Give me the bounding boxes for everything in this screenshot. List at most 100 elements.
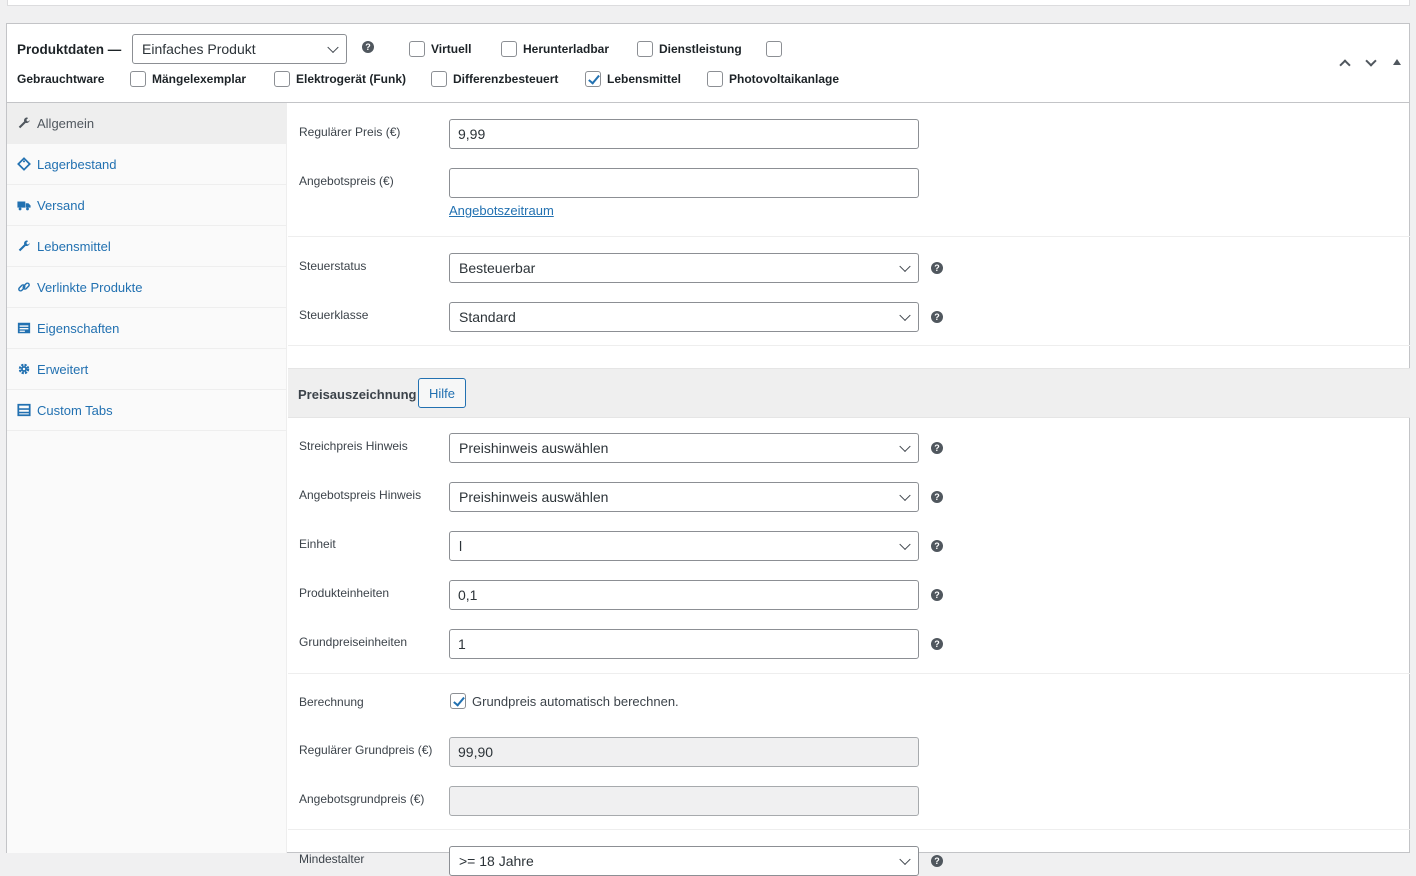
tab-label: Lagerbestand — [37, 156, 117, 172]
chevron-down-icon — [899, 440, 911, 453]
virtuell-checkbox[interactable] — [409, 41, 425, 57]
tax-group: Steuerstatus Besteuerbar ? Steuerklasse … — [288, 237, 1410, 346]
sale-price-notice-value: Preishinweis auswählen — [459, 489, 609, 505]
tab-versand[interactable]: Versand — [7, 185, 286, 226]
help-button[interactable]: Hilfe — [418, 378, 466, 408]
tax-status-label: Steuerstatus — [299, 259, 367, 273]
tag-icon — [17, 157, 31, 171]
tab-eigenschaften[interactable]: Eigenschaften — [7, 308, 286, 349]
help-icon[interactable]: ? — [931, 311, 943, 323]
elektrogeraet-label: Elektrogerät (Funk) — [296, 72, 407, 86]
chevron-down-icon — [899, 260, 911, 273]
product-type-select[interactable]: Einfaches Produkt — [132, 34, 347, 64]
panel-title: Produktdaten — — [17, 42, 122, 57]
unit-label: Einheit — [299, 537, 336, 551]
regular-base-price-input: 99,90 — [449, 737, 919, 767]
herunterladbar-label: Herunterladbar — [523, 42, 610, 56]
product-units-label: Produkteinheiten — [299, 586, 390, 600]
tax-class-value: Standard — [459, 309, 516, 325]
sale-price-input[interactable] — [449, 168, 919, 198]
herunterladbar-checkbox[interactable] — [501, 41, 517, 57]
min-age-label: Mindestalter — [299, 852, 365, 866]
section-title: Preisauszeichnung — [298, 387, 417, 402]
sale-price-label: Angebotspreis (€) — [299, 174, 394, 188]
tab-erweitert[interactable]: Erweitert — [7, 349, 286, 390]
base-units-label: Grundpreiseinheiten — [299, 635, 408, 649]
photovoltaikanlage-checkbox[interactable] — [707, 71, 723, 87]
tab-label: Erweitert — [37, 361, 89, 377]
gebrauchtware-checkbox[interactable] — [766, 41, 782, 57]
lebensmittel-checkbox[interactable] — [585, 71, 601, 87]
gebrauchtware-label: Gebrauchtware — [17, 72, 105, 86]
chevron-down-icon — [899, 538, 911, 551]
tab-lagerbestand[interactable]: Lagerbestand — [7, 144, 286, 185]
help-icon[interactable]: ? — [362, 41, 374, 53]
product-data-panel: Produktdaten — Einfaches Produkt ? Virtu… — [6, 23, 1410, 876]
unit-select[interactable]: l — [449, 531, 919, 561]
tab-allgemein[interactable]: Allgemein — [7, 103, 286, 144]
product-type-value: Einfaches Produkt — [142, 41, 256, 57]
help-icon[interactable]: ? — [931, 589, 943, 601]
help-icon[interactable]: ? — [931, 638, 943, 650]
wrench-icon — [18, 117, 30, 129]
chevron-down-icon — [327, 41, 339, 54]
sale-price-notice-label: Angebotspreis Hinweis — [299, 488, 422, 502]
gear-icon — [18, 363, 30, 375]
auto-calculate-checkbox[interactable] — [450, 693, 466, 709]
min-age-value: >= 18 Jahre — [459, 853, 534, 869]
help-icon[interactable]: ? — [931, 442, 943, 454]
min-age-select[interactable]: >= 18 Jahre — [449, 846, 919, 876]
lebensmittel-label: Lebensmittel — [607, 72, 682, 86]
tab-label: Lebensmittel — [37, 238, 111, 254]
auto-calculate-label: Grundpreis automatisch berechnen. — [472, 694, 679, 709]
elektrogeraet-checkbox[interactable] — [274, 71, 290, 87]
move-down-icon[interactable] — [1365, 55, 1377, 67]
truck-icon — [17, 201, 31, 211]
dienstleistung-label: Dienstleistung — [659, 42, 742, 56]
strike-price-notice-value: Preishinweis auswählen — [459, 440, 609, 456]
pricing-group: Regulärer Preis (€) 9,99 Angebotspreis (… — [288, 103, 1410, 237]
tab-label: Verlinkte Produkte — [37, 279, 143, 295]
regular-price-value: 9,99 — [458, 126, 486, 142]
panel-header: Produktdaten — Einfaches Produkt ? Virtu… — [7, 24, 1409, 103]
maengelexemplar-checkbox[interactable] — [130, 71, 146, 87]
strike-price-notice-select[interactable]: Preishinweis auswählen — [449, 433, 919, 463]
photovoltaikanlage-label: Photovoltaikanlage — [729, 72, 840, 86]
product-units-input[interactable]: 0,1 — [449, 580, 919, 610]
move-up-icon[interactable] — [1339, 59, 1351, 71]
virtuell-label: Virtuell — [431, 42, 472, 56]
help-icon[interactable]: ? — [931, 540, 943, 552]
calculation-group: Berechnung Grundpreis automatisch berech… — [288, 674, 1410, 830]
tax-status-select[interactable]: Besteuerbar — [449, 253, 919, 283]
collapse-toggle-icon[interactable] — [1393, 59, 1401, 65]
dienstleistung-checkbox[interactable] — [637, 41, 653, 57]
calculation-label: Berechnung — [299, 695, 364, 709]
tax-class-label: Steuerklasse — [299, 308, 369, 322]
tabs-icon — [17, 403, 31, 417]
unit-value: l — [459, 538, 463, 554]
tab-label: Custom Tabs — [37, 402, 113, 418]
base-units-value: 1 — [458, 636, 466, 652]
tab-label: Allgemein — [37, 115, 95, 131]
tax-class-select[interactable]: Standard — [449, 302, 919, 332]
regular-price-label: Regulärer Preis (€) — [299, 125, 401, 139]
help-icon[interactable]: ? — [931, 855, 943, 867]
tab-lebensmittel[interactable]: Lebensmittel — [7, 226, 286, 267]
chevron-down-icon — [899, 489, 911, 502]
base-units-input[interactable]: 1 — [449, 629, 919, 659]
help-icon[interactable]: ? — [931, 491, 943, 503]
tab-custom-tabs[interactable]: Custom Tabs — [7, 390, 286, 431]
differenzbesteuert-checkbox[interactable] — [431, 71, 447, 87]
strike-price-notice-label: Streichpreis Hinweis — [299, 439, 408, 453]
help-icon[interactable]: ? — [931, 262, 943, 274]
chevron-down-icon — [899, 853, 911, 866]
maengelexemplar-label: Mängelexemplar — [152, 72, 247, 86]
sale-price-notice-select[interactable]: Preishinweis auswählen — [449, 482, 919, 512]
regular-base-price-value: 99,90 — [458, 744, 494, 760]
price-label-section-header: Preisauszeichnung Hilfe — [288, 368, 1410, 418]
tab-verlinkte-produkte[interactable]: Verlinkte Produkte — [7, 267, 286, 308]
regular-price-input[interactable]: 9,99 — [449, 119, 919, 149]
schedule-sale-link[interactable]: Angebotszeitraum — [449, 203, 554, 218]
product-data-tabs: Allgemein Lagerbestand Versand Lebensmit… — [7, 103, 287, 853]
wrench-icon — [18, 240, 30, 252]
